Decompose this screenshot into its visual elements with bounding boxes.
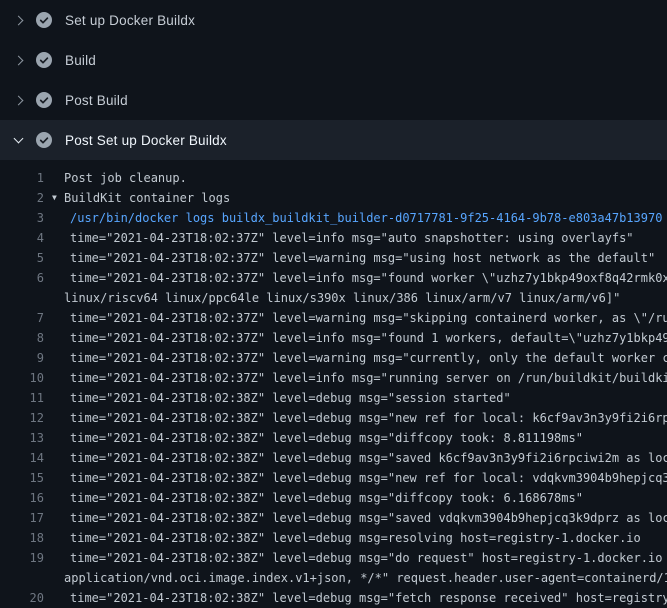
log-text: time="2021-04-23T18:02:37Z" level=warnin…: [70, 348, 667, 368]
command-link[interactable]: /usr/bin/docker logs buildx_buildkit_bui…: [70, 208, 662, 228]
chevron-right-icon: [14, 95, 24, 105]
log-line: 17 time="2021-04-23T18:02:38Z" level=deb…: [0, 508, 667, 528]
chevron-right-icon: [14, 55, 24, 65]
log-text: time="2021-04-23T18:02:38Z" level=debug …: [70, 448, 667, 468]
line-number[interactable]: 3: [0, 208, 44, 228]
log-line: 13 time="2021-04-23T18:02:38Z" level=deb…: [0, 428, 667, 448]
step-list: Set up Docker Buildx Build Post Build Po…: [0, 0, 667, 160]
step-section-set-up-docker-buildx[interactable]: Set up Docker Buildx: [0, 0, 667, 40]
log-line: 19 time="2021-04-23T18:02:38Z" level=deb…: [0, 548, 667, 568]
log-text: time="2021-04-23T18:02:38Z" level=debug …: [70, 548, 667, 568]
line-number[interactable]: 4: [0, 228, 44, 248]
log-text: time="2021-04-23T18:02:38Z" level=debug …: [70, 508, 667, 528]
line-number[interactable]: 9: [0, 348, 44, 368]
log-line: 4 time="2021-04-23T18:02:37Z" level=info…: [0, 228, 667, 248]
check-circle-icon: [36, 52, 52, 68]
check-circle-icon: [36, 12, 52, 28]
step-title: Post Set up Docker Buildx: [65, 133, 227, 148]
chevron-right-icon: [14, 15, 24, 25]
log-line: 15 time="2021-04-23T18:02:38Z" level=deb…: [0, 468, 667, 488]
log-line: 10 time="2021-04-23T18:02:37Z" level=inf…: [0, 368, 667, 388]
log-line: 7 time="2021-04-23T18:02:37Z" level=warn…: [0, 308, 667, 328]
log-text: time="2021-04-23T18:02:38Z" level=debug …: [70, 528, 641, 548]
log-text: time="2021-04-23T18:02:38Z" level=debug …: [70, 388, 511, 408]
log-text: time="2021-04-23T18:02:38Z" level=debug …: [70, 488, 583, 508]
log-line: 18 time="2021-04-23T18:02:38Z" level=deb…: [0, 528, 667, 548]
check-circle-icon: [36, 92, 52, 108]
log-text: application/vnd.oci.image.index.v1+json,…: [64, 568, 667, 588]
log-line: linux/riscv64 linux/ppc64le linux/s390x …: [0, 288, 667, 308]
line-number[interactable]: 13: [0, 428, 44, 448]
step-section-build[interactable]: Build: [0, 40, 667, 80]
log-text: time="2021-04-23T18:02:37Z" level=warnin…: [70, 248, 655, 268]
log-line: 12 time="2021-04-23T18:02:38Z" level=deb…: [0, 408, 667, 428]
log-text: linux/riscv64 linux/ppc64le linux/s390x …: [64, 288, 620, 308]
log-text: time="2021-04-23T18:02:38Z" level=debug …: [70, 428, 583, 448]
log-text: time="2021-04-23T18:02:37Z" level=info m…: [70, 368, 667, 388]
line-number[interactable]: 1: [0, 168, 44, 188]
chevron-down-icon: [14, 134, 24, 144]
line-number[interactable]: 20: [0, 588, 44, 608]
log-line: 6 time="2021-04-23T18:02:37Z" level=info…: [0, 268, 667, 288]
log-line: 16 time="2021-04-23T18:02:38Z" level=deb…: [0, 488, 667, 508]
log-text: Post job cleanup.: [64, 168, 187, 188]
actions-log-viewer: Set up Docker Buildx Build Post Build Po…: [0, 0, 667, 608]
log-line: 20 time="2021-04-23T18:02:38Z" level=deb…: [0, 588, 667, 608]
step-title: Post Build: [65, 93, 128, 108]
line-number[interactable]: 7: [0, 308, 44, 328]
log-text: time="2021-04-23T18:02:38Z" level=debug …: [70, 408, 667, 428]
log-line: application/vnd.oci.image.index.v1+json,…: [0, 568, 667, 588]
check-circle-icon: [36, 132, 52, 148]
line-number[interactable]: 12: [0, 408, 44, 428]
log-line: 11 time="2021-04-23T18:02:38Z" level=deb…: [0, 388, 667, 408]
log-text: time="2021-04-23T18:02:38Z" level=debug …: [70, 588, 667, 608]
line-number[interactable]: 11: [0, 388, 44, 408]
log-text: time="2021-04-23T18:02:37Z" level=info m…: [70, 268, 667, 288]
line-number[interactable]: 5: [0, 248, 44, 268]
log-text[interactable]: BuildKit container logs: [64, 188, 230, 208]
line-number[interactable]: 14: [0, 448, 44, 468]
line-number[interactable]: 16: [0, 488, 44, 508]
line-number[interactable]: 10: [0, 368, 44, 388]
log-text: time="2021-04-23T18:02:37Z" level=warnin…: [70, 308, 667, 328]
log-panel: 1 Post job cleanup. 2 ▼ BuildKit contain…: [0, 160, 667, 608]
line-number[interactable]: 18: [0, 528, 44, 548]
log-text: time="2021-04-23T18:02:38Z" level=debug …: [70, 468, 667, 488]
log-group-toggle[interactable]: 2 ▼ BuildKit container logs: [0, 188, 667, 208]
log-line: 5 time="2021-04-23T18:02:37Z" level=warn…: [0, 248, 667, 268]
step-title: Set up Docker Buildx: [65, 13, 195, 28]
collapse-triangle-icon[interactable]: ▼: [52, 188, 57, 208]
log-line: 14 time="2021-04-23T18:02:38Z" level=deb…: [0, 448, 667, 468]
line-number[interactable]: 8: [0, 328, 44, 348]
step-section-post-set-up-docker-buildx[interactable]: Post Set up Docker Buildx: [0, 120, 667, 160]
log-line: 9 time="2021-04-23T18:02:37Z" level=warn…: [0, 348, 667, 368]
log-text: time="2021-04-23T18:02:37Z" level=info m…: [70, 228, 634, 248]
step-section-post-build[interactable]: Post Build: [0, 80, 667, 120]
step-title: Build: [65, 53, 96, 68]
line-number[interactable]: 2: [0, 188, 44, 208]
line-number[interactable]: 15: [0, 468, 44, 488]
line-number[interactable]: 6: [0, 268, 44, 288]
log-line: 8 time="2021-04-23T18:02:37Z" level=info…: [0, 328, 667, 348]
line-number[interactable]: 19: [0, 548, 44, 568]
line-number[interactable]: 17: [0, 508, 44, 528]
log-command-line: 3 /usr/bin/docker logs buildx_buildkit_b…: [0, 208, 667, 228]
log-text: time="2021-04-23T18:02:37Z" level=info m…: [70, 328, 667, 348]
log-line: 1 Post job cleanup.: [0, 168, 667, 188]
